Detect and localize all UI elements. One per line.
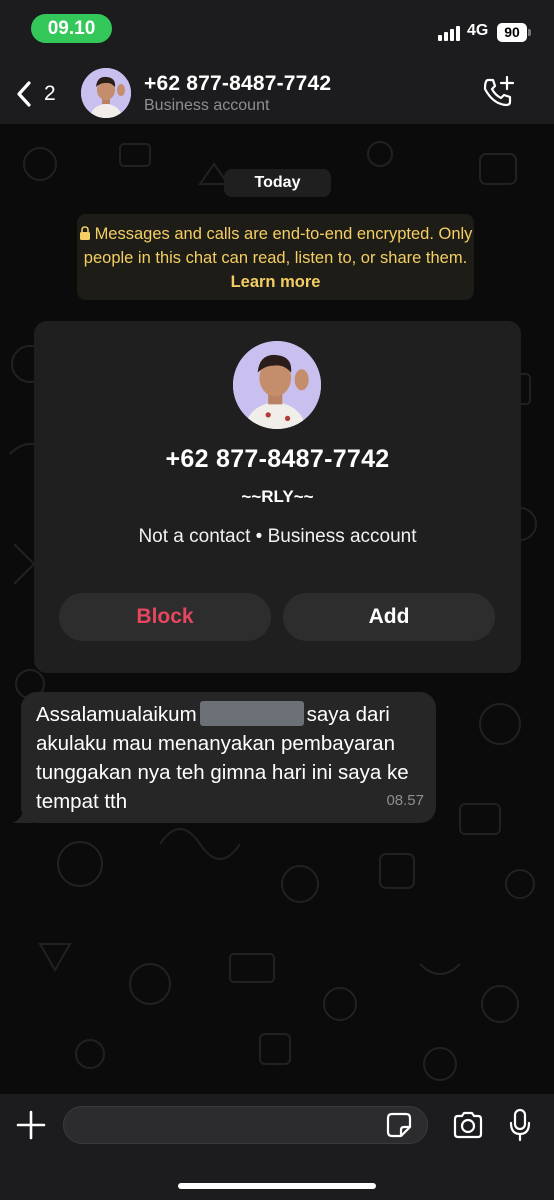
encryption-notice[interactable]: Messages and calls are end-to-end encryp… [77,214,474,300]
plus-icon[interactable] [16,1110,46,1140]
avatar[interactable] [81,68,131,118]
message-input[interactable] [63,1106,428,1144]
status-time: 09.10 [31,14,112,43]
date-chip: Today [224,169,331,197]
microphone-icon[interactable] [509,1108,531,1142]
incoming-message[interactable]: Assalamualaikum saya dari akulaku mau men… [21,692,436,823]
encryption-text: Messages and calls are end-to-end encryp… [83,225,473,267]
learn-more-link[interactable]: Learn more [231,273,321,291]
chat-area[interactable]: Today Messages and calls are end-to-end … [0,124,554,1094]
status-bar: 09.10 4G 90 [0,0,554,62]
profile-about: ~~RLY~~ [241,487,314,506]
message-text-start: Assalamualaikum [36,703,197,726]
add-contact-button[interactable]: Add [283,593,495,641]
home-indicator [178,1183,376,1189]
back-chevron-icon [17,81,31,107]
profile-meta: Not a contact • Business account [138,526,417,547]
chat-header: 2 +62 877-8487-7742 Business account [0,62,554,124]
block-button[interactable]: Block [59,593,271,641]
redacted-name [199,701,304,726]
input-bar [0,1094,554,1200]
back-button[interactable]: 2 [16,78,66,110]
call-add-icon[interactable] [480,74,516,110]
battery-icon [528,29,531,36]
battery-level: 90 [497,23,527,42]
sticker-icon[interactable] [386,1112,412,1138]
contact-subtitle: Business account [144,97,270,114]
network-type: 4G [467,22,489,39]
profile-avatar[interactable] [233,341,321,429]
contact-name[interactable]: +62 877-8487-7742 [144,72,331,96]
contact-profile-card: +62 877-8487-7742 ~~RLY~~ Not a contact … [34,321,521,673]
lock-icon [79,226,90,240]
unread-count: 2 [44,82,56,105]
message-time: 08.57 [386,792,424,809]
profile-phone-number: +62 877-8487-7742 [165,445,390,473]
signal-icon [438,25,464,41]
camera-icon[interactable] [452,1111,484,1139]
